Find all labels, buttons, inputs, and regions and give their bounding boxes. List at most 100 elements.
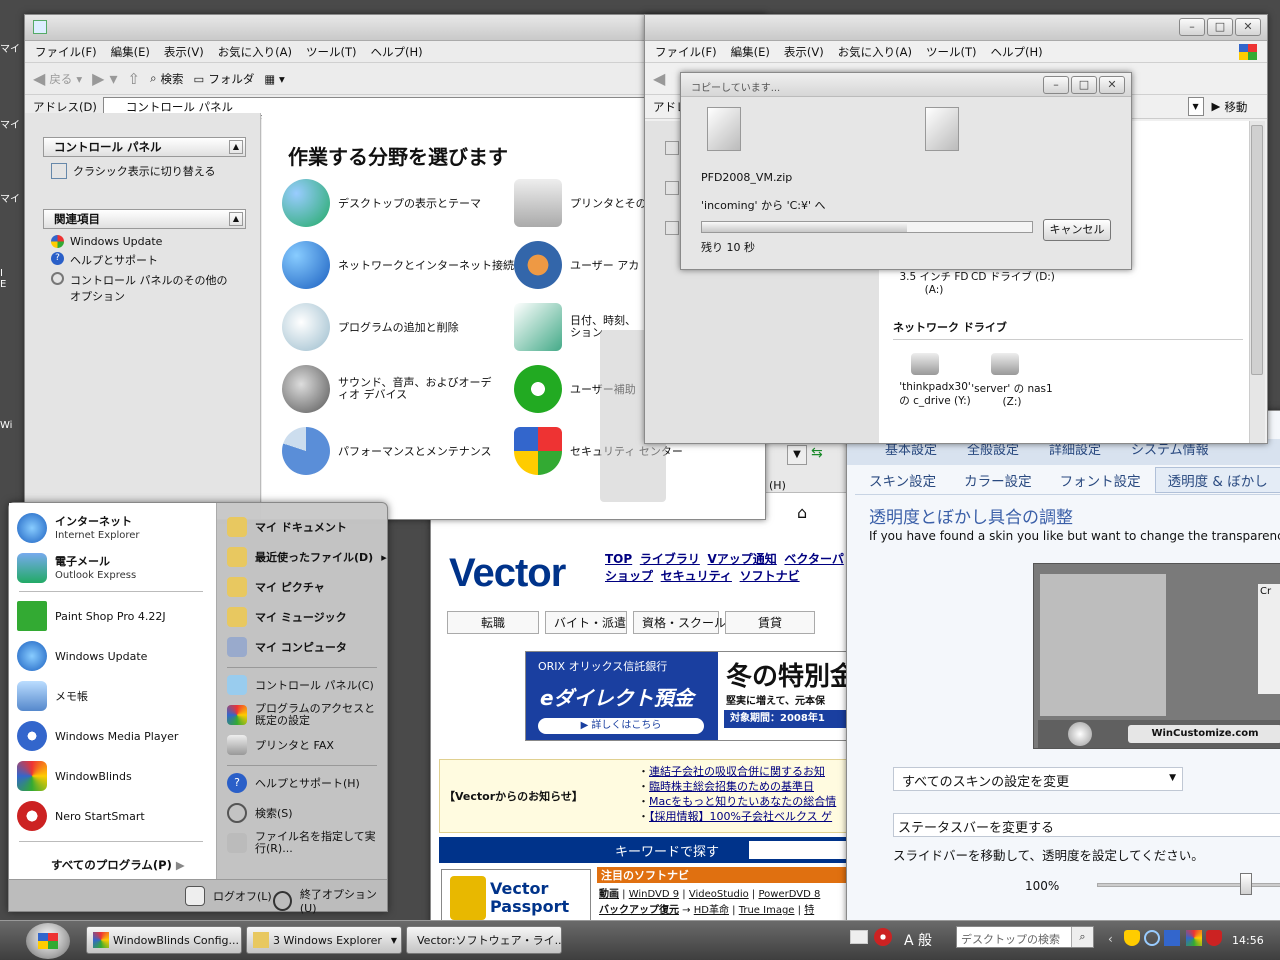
menu-help[interactable]: ヘルプ(H) [371,44,423,60]
nav-link[interactable]: ショップ [605,569,653,583]
softnavi-item[interactable]: 特 [804,905,814,916]
category-printers[interactable]: プリンタとその他 [514,179,658,227]
taskbar-button-explorer[interactable]: 3 Windows Explorer ▼ [246,926,402,954]
antivirus-tray-icon[interactable] [1206,930,1222,946]
taskpane-toggle[interactable] [665,221,679,235]
subtab-color[interactable]: カラー設定 [950,470,1046,490]
drive-cd[interactable]: CD ドライブ (D:) [971,269,1055,284]
dropdown-arrow-icon[interactable]: ▼ [787,445,807,465]
home-icon[interactable]: ⌂ [797,503,807,522]
subtab-transparency[interactable]: 透明度 & ぼかし [1154,466,1280,493]
refresh-icon[interactable]: ⇆ [811,445,833,465]
go-button[interactable]: ▶ 移動 [1212,99,1248,115]
menu-file[interactable]: ファイル(F) [655,44,717,60]
softnavi-item[interactable]: True Image [739,905,795,916]
softnavi-item[interactable]: HD革命 [694,905,729,916]
tray-expand-icon[interactable]: ‹ [1108,932,1113,946]
desktop-search-input[interactable]: デスクトップの検索 ⌕ [956,926,1094,948]
tab-rent[interactable]: 賃貸 [725,611,815,634]
logoff-button[interactable]: ログオフ(L) [185,886,272,906]
network-drive-y[interactable]: 'thinkpadx30' の c_drive (Y:) [895,381,975,408]
right-my-music[interactable]: マイ ミュージック [227,607,347,627]
subtab-skin[interactable]: スキン設定 [855,470,950,490]
desktop-icon-label[interactable]: I E [0,268,26,290]
ime-icon[interactable] [874,928,892,946]
drive-floppy[interactable]: 3.5 インチ FD (A:) [899,269,969,296]
softnavi-item[interactable]: PowerDVD 8 [758,889,820,900]
vertical-scrollbar[interactable] [1249,121,1265,443]
passport-banner[interactable]: Vector Passport [441,869,591,923]
keyboard-icon[interactable] [850,930,868,944]
right-my-computer[interactable]: マイ コンピュータ [227,637,347,657]
desktop-icon-label[interactable]: Wi [0,420,26,440]
scrollbar-thumb[interactable] [1251,125,1263,375]
category-users[interactable]: ユーザー アカ [514,241,639,289]
collapse-icon[interactable]: ▲ [229,140,243,154]
category-sound[interactable]: サウンド、音声、およびオーディオ デバイス [282,365,498,413]
right-program-access[interactable]: プログラムのアクセスと既定の設定 [227,703,377,727]
recent-windows-update[interactable]: Windows Update [17,641,147,671]
security-shield-icon[interactable] [1124,930,1140,946]
maximize-button[interactable]: □ [1207,18,1233,36]
minimize-button[interactable]: – [1043,76,1069,94]
folders-button[interactable]: ▭ フォルダ [194,71,255,87]
nav-link[interactable]: TOP [605,552,632,566]
maximize-button[interactable]: □ [1071,76,1097,94]
softnavi-item[interactable]: VideoStudio [689,889,749,900]
windowblinds-tray-icon[interactable] [1186,930,1202,946]
related-title[interactable]: 関連項目 ▲ [43,209,246,229]
transparency-slider-thumb[interactable] [1239,873,1252,895]
ime-mode[interactable]: A 般 [904,930,932,950]
taskbar-button-vector[interactable]: Vector:ソフトウェア・ライ... [406,926,562,954]
related-other-options[interactable]: コントロール パネルのその他のオプション [51,272,231,304]
right-recent-files[interactable]: 最近使ったファイル(D) ▸ [227,547,387,567]
notice-link[interactable]: Macをもっと知りたいあなたの総合情 [649,795,836,808]
menu-favorites[interactable]: お気に入り(A) [218,44,292,60]
recent-media-player[interactable]: Windows Media Player [17,721,178,751]
menu-help[interactable]: (H) [769,479,786,492]
category-programs[interactable]: プログラムの追加と削除 [282,303,459,351]
right-help[interactable]: ? ヘルプとサポート(H) [227,773,360,793]
start-button[interactable] [26,923,70,959]
back-arrow-icon[interactable]: ◀ [653,69,665,88]
all-programs-button[interactable]: すべてのプログラム(P) ▶ [51,857,185,873]
subtab-font[interactable]: フォント設定 [1046,470,1155,490]
category-appearance[interactable]: デスクトップの表示とテーマ [282,179,481,227]
notice-link[interactable]: 連結子会社の吸収合併に関するお知 [649,765,825,778]
right-my-pictures[interactable]: マイ ピクチャ [227,577,325,597]
right-run[interactable]: ファイル名を指定して実行(R)... [227,831,377,855]
recent-nero[interactable]: Nero StartSmart [17,801,145,831]
category-performance[interactable]: パフォーマンスとメンテナンス [282,427,492,475]
search-button[interactable]: ⌕ 検索 [150,71,183,87]
menu-tools[interactable]: ツール(T) [306,44,357,60]
mc-titlebar[interactable]: – □ ✕ [645,15,1267,41]
nav-link[interactable]: ライブラリ [640,552,700,566]
nav-link[interactable]: ソフトナビ [740,569,800,583]
related-help[interactable]: ? ヘルプとサポート [51,252,260,268]
taskbar-button-windowblinds[interactable]: WindowBlinds Config... [86,926,242,954]
desktop-icon-label[interactable]: マイ [0,116,26,136]
nav-link[interactable]: Vアップ通知 [707,552,776,566]
menu-file[interactable]: ファイル(F) [35,44,97,60]
softnavi-item[interactable]: WinDVD 9 [629,889,679,900]
shutdown-button[interactable]: 終了オプション(U) [273,886,387,915]
softnavi-row-label[interactable]: バックアップ復元 [599,905,679,916]
transparency-slider-track[interactable] [1097,883,1280,887]
menu-view[interactable]: 表示(V) [164,44,204,60]
copy-titlebar[interactable]: コピーしています... – □ ✕ [681,73,1131,97]
right-search[interactable]: 検索(S) [227,803,293,823]
right-my-documents[interactable]: マイ ドキュメント [227,517,347,537]
menu-favorites[interactable]: お気に入り(A) [838,44,912,60]
desktop-icon-label[interactable]: マイ [0,40,26,60]
notice-link[interactable]: 臨時株主総会招集のための基準日 [649,780,814,793]
search-icon[interactable]: ⌕ [1071,927,1093,947]
close-button[interactable]: ✕ [1099,76,1125,94]
softnavi-row-label[interactable]: 動画 [599,889,619,900]
network-drive-z[interactable]: 'server' の nas1 (Z:) [967,381,1057,408]
menu-edit[interactable]: 編集(E) [731,44,770,60]
related-windows-update[interactable]: Windows Update [51,235,260,248]
category-network[interactable]: ネットワークとインターネット接続 [282,241,514,289]
forward-arrow-icon[interactable]: ▶ ▾ [92,69,117,88]
recent-notepad[interactable]: メモ帳 [17,681,88,711]
banner-more[interactable]: ▶ 詳しくはこちら [538,718,704,734]
